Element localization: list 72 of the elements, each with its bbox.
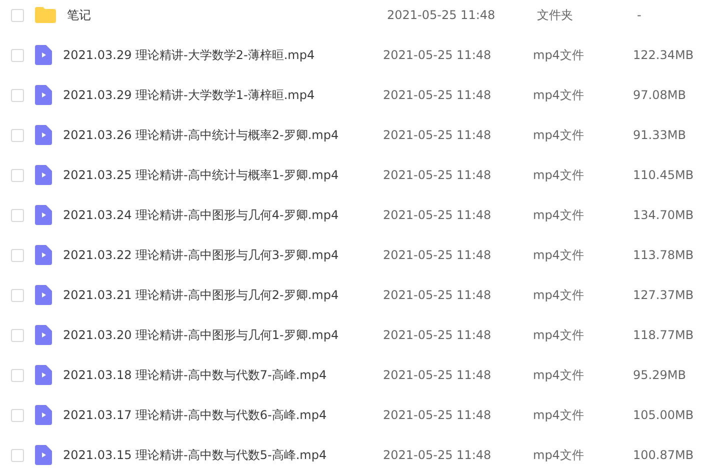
video-file-icon: [35, 405, 52, 425]
video-file-icon: [35, 165, 52, 185]
file-name[interactable]: 2021.03.15 理论精讲-高中数与代数5-高峰.mp4: [63, 446, 383, 464]
file-type: mp4文件: [533, 326, 585, 344]
video-file-icon: [35, 445, 52, 465]
modified-date: 2021-05-25 11:48: [383, 168, 492, 182]
checkbox[interactable]: [11, 408, 24, 422]
checkbox[interactable]: [11, 88, 24, 102]
file-size: 127.37MB: [633, 288, 694, 302]
file-size: 97.08MB: [633, 88, 686, 102]
modified-date: 2021-05-25 11:48: [383, 48, 492, 62]
modified-date: 2021-05-25 11:48: [383, 408, 492, 422]
modified-date: 2021-05-25 11:48: [383, 248, 492, 262]
file-name[interactable]: 2021.03.24 理论精讲-高中图形与几何4-罗卿.mp4: [63, 206, 383, 224]
modified-date: 2021-05-25 11:48: [383, 328, 492, 342]
file-type: mp4文件: [533, 206, 585, 224]
file-name[interactable]: 2021.03.20 理论精讲-高中图形与几何1-罗卿.mp4: [63, 326, 383, 344]
video-file-icon: [35, 365, 52, 385]
file-size: -: [637, 8, 642, 22]
file-size: 113.78MB: [633, 248, 694, 262]
file-type: mp4文件: [533, 446, 585, 464]
modified-date: 2021-05-25 11:48: [387, 8, 496, 22]
checkbox[interactable]: [11, 128, 24, 142]
file-size: 100.87MB: [633, 448, 694, 462]
file-type: mp4文件: [533, 126, 585, 144]
checkbox[interactable]: [11, 208, 24, 222]
video-file-icon: [35, 325, 52, 345]
file-type: mp4文件: [533, 166, 585, 184]
file-name[interactable]: 2021.03.29 理论精讲-大学数学2-薄梓晅.mp4: [63, 46, 383, 64]
file-name[interactable]: 2021.03.25 理论精讲-高中统计与概率1-罗卿.mp4: [63, 166, 383, 184]
file-name[interactable]: 2021.03.22 理论精讲-高中图形与几何3-罗卿.mp4: [63, 246, 383, 264]
video-file-icon: [35, 125, 52, 145]
video-file-icon: [35, 45, 52, 65]
modified-date: 2021-05-25 11:48: [383, 128, 492, 142]
checkbox[interactable]: [11, 168, 24, 182]
file-type: mp4文件: [533, 286, 585, 304]
file-type: mp4文件: [533, 86, 585, 104]
file-name[interactable]: 2021.03.21 理论精讲-高中图形与几何2-罗卿.mp4: [63, 286, 383, 304]
file-name[interactable]: 2021.03.18 理论精讲-高中数与代数7-高峰.mp4: [63, 366, 383, 384]
file-type: mp4文件: [533, 246, 585, 264]
file-size: 91.33MB: [633, 128, 686, 142]
file-name[interactable]: 2021.03.26 理论精讲-高中统计与概率2-罗卿.mp4: [63, 126, 383, 144]
file-type: mp4文件: [533, 366, 585, 384]
checkbox[interactable]: [11, 288, 24, 302]
checkbox[interactable]: [11, 328, 24, 342]
video-file-icon: [35, 245, 52, 265]
file-size: 122.34MB: [633, 48, 694, 62]
file-size: 95.29MB: [633, 368, 686, 382]
file-size: 110.45MB: [633, 168, 694, 182]
video-file-icon: [35, 85, 52, 105]
modified-date: 2021-05-25 11:48: [383, 368, 492, 382]
file-type: 文件夹: [537, 6, 574, 24]
modified-date: 2021-05-25 11:48: [383, 288, 492, 302]
modified-date: 2021-05-25 11:48: [383, 448, 492, 462]
video-file-icon: [35, 285, 52, 305]
folder-icon: [35, 7, 56, 23]
video-file-icon: [35, 205, 52, 225]
checkbox[interactable]: [11, 48, 24, 62]
file-type: mp4文件: [533, 406, 585, 424]
file-name[interactable]: 2021.03.17 理论精讲-高中数与代数6-高峰.mp4: [63, 406, 383, 424]
modified-date: 2021-05-25 11:48: [383, 88, 492, 102]
file-size: 105.00MB: [633, 408, 694, 422]
file-name[interactable]: 笔记: [67, 6, 387, 24]
checkbox[interactable]: [11, 368, 24, 382]
checkbox[interactable]: [11, 8, 24, 22]
checkbox[interactable]: [11, 248, 24, 262]
checkbox[interactable]: [11, 448, 24, 462]
file-type: mp4文件: [533, 46, 585, 64]
file-size: 134.70MB: [633, 208, 694, 222]
file-name[interactable]: 2021.03.29 理论精讲-大学数学1-薄梓晅.mp4: [63, 86, 383, 104]
file-size: 118.77MB: [633, 328, 694, 342]
modified-date: 2021-05-25 11:48: [383, 208, 492, 222]
